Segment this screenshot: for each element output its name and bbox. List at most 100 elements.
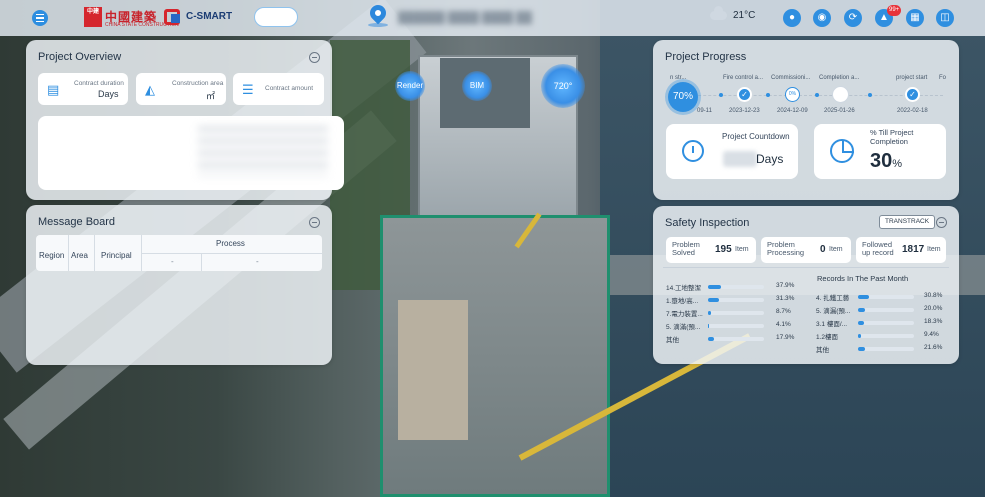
column-header-region: Region <box>39 251 65 260</box>
blurred-text <box>198 126 328 176</box>
milestone-progress-dot[interactable]: 0% <box>785 87 800 102</box>
contract-amount-card: ☰ Contract amount <box>233 73 324 105</box>
header-divider <box>141 253 322 254</box>
category-bar-fill <box>708 298 719 302</box>
project-countdown-card: Project Countdown Days <box>666 124 798 179</box>
milestone-label: project start <box>896 75 928 81</box>
category-bar-track <box>858 321 914 325</box>
process-placeholder: - <box>171 257 174 266</box>
timeline-dot <box>766 93 770 97</box>
category-row: 7.電力裝置... 8.7% <box>666 308 806 318</box>
followed-up-card: Followed up record 1817 Item <box>856 237 946 263</box>
weather: 21°C <box>710 6 756 21</box>
coins-icon: ☰ <box>242 82 254 97</box>
category-bar-track <box>708 324 764 328</box>
panorama-720-button[interactable]: 720° <box>541 64 585 108</box>
overview-content-blurred <box>38 116 344 190</box>
category-row: 5. 滴漏(預... 20.0% <box>816 305 956 315</box>
category-bar-fill <box>858 295 869 299</box>
category-bar-track <box>708 285 764 289</box>
stat-value: Days <box>98 89 119 99</box>
cscec-logo: 中建 <box>84 7 102 27</box>
category-row: 其他 17.9% <box>666 334 806 344</box>
category-row: 5. 滴滿(預... 4.1% <box>666 321 806 331</box>
category-name: 1.墮地/高... <box>666 298 699 305</box>
collapse-icon[interactable] <box>309 52 320 63</box>
brand-name: C-SMART <box>186 11 233 22</box>
category-percent: 8.7% <box>776 308 791 315</box>
location-pin-icon[interactable] <box>366 1 390 25</box>
render-view-button[interactable]: Render <box>395 71 425 101</box>
notification-badge: 99+ <box>887 5 902 16</box>
stat-label: Problem Processing <box>767 240 805 257</box>
refresh-icon[interactable]: ⟳ <box>844 9 862 27</box>
temperature: 21°C <box>733 10 756 21</box>
category-row: 14.工地整潔 37.9% <box>666 282 806 292</box>
stat-number: 1817 <box>902 244 925 255</box>
problem-processing-card: Problem Processing 0 Item <box>761 237 851 263</box>
column-header-process: Process <box>216 239 245 248</box>
category-bar-fill <box>708 337 715 341</box>
project-switch-pill[interactable] <box>254 7 298 27</box>
milestone-date: 09-11 <box>697 108 712 114</box>
category-bar-track <box>858 308 914 312</box>
clock-icon <box>682 140 704 162</box>
completion-number: 30 <box>870 150 893 172</box>
category-name: 1.2樓面 <box>816 334 839 341</box>
progress-timeline <box>673 95 943 96</box>
column-header-area: Area <box>71 251 88 260</box>
collapse-icon[interactable] <box>309 217 320 228</box>
cloud-icon <box>710 6 727 20</box>
project-progress-panel: Project Progress n str... 70% 09-11 Fire… <box>653 40 959 200</box>
category-bar-track <box>708 311 764 315</box>
user-icon[interactable]: ● <box>783 9 801 27</box>
completion-label: % Till Project Completion <box>870 128 914 146</box>
stat-value: ㎡ <box>206 91 216 101</box>
milestone-date: 2025-01-26 <box>824 108 855 114</box>
column-header-principal: Principal <box>101 251 132 260</box>
category-bar-fill <box>708 324 710 328</box>
category-name: 其他 <box>666 337 679 344</box>
dashboard-icon[interactable]: ◫ <box>936 9 954 27</box>
message-board-panel: Message Board Region Area Principal Proc… <box>26 205 332 365</box>
stat-label: Problem Solved <box>672 240 700 257</box>
location-pin-shadow <box>368 23 388 27</box>
category-row: 3.1 樓面/... 18.3% <box>816 318 956 328</box>
stat-number: 0 <box>820 244 826 255</box>
countdown-unit: Days <box>756 152 784 166</box>
countdown-label: Project Countdown <box>722 132 790 141</box>
category-row: 1.2樓面 9.4% <box>816 331 956 341</box>
bim-view-button[interactable]: BIM <box>462 71 492 101</box>
problem-solved-card: Problem Solved 195 Item <box>666 237 756 263</box>
globe-icon[interactable]: ◉ <box>813 9 831 27</box>
collapse-icon[interactable] <box>936 217 947 228</box>
milestone-date: 2024-12-09 <box>777 108 808 114</box>
category-name: 5. 滴滿(預... <box>666 324 701 331</box>
category-name: 7.電力裝置... <box>666 311 703 318</box>
category-bar-fill <box>858 321 865 325</box>
milestone-label: Fire control a... <box>723 75 764 81</box>
category-name: 4. 扎鐵工藝 <box>816 295 850 302</box>
category-bar-fill <box>858 347 866 351</box>
top-header: 中建 中國建築 CHINA STATE CONSTRUCTION C-SMART… <box>0 0 985 36</box>
milestone-label: Completion a... <box>819 75 860 81</box>
milestone-pending-dot[interactable] <box>833 87 848 102</box>
area-chart-icon: ◭ <box>145 82 155 97</box>
menu-icon[interactable] <box>32 10 48 26</box>
completion-value: 30% <box>870 150 902 173</box>
countdown-value-blurred <box>723 151 757 167</box>
project-location-text-blurred: ██████ ████ ████ ██ <box>398 12 532 24</box>
category-name: 3.1 樓面/... <box>816 321 848 328</box>
milestone-label: Commissioni... <box>771 75 811 81</box>
timeline-dot <box>868 93 872 97</box>
category-percent: 9.4% <box>924 331 939 338</box>
category-bar-track <box>708 337 764 341</box>
milestone-check-icon[interactable]: ✓ <box>737 87 752 102</box>
column-divider <box>201 253 202 271</box>
building-icon[interactable]: ▦ <box>906 9 924 27</box>
milestone-check-icon[interactable]: ✓ <box>905 87 920 102</box>
transtrack-button[interactable]: TRANSTRACK <box>879 215 936 229</box>
pie-chart-icon <box>830 139 854 163</box>
category-bar-track <box>858 295 914 299</box>
timeline-dot <box>815 93 819 97</box>
